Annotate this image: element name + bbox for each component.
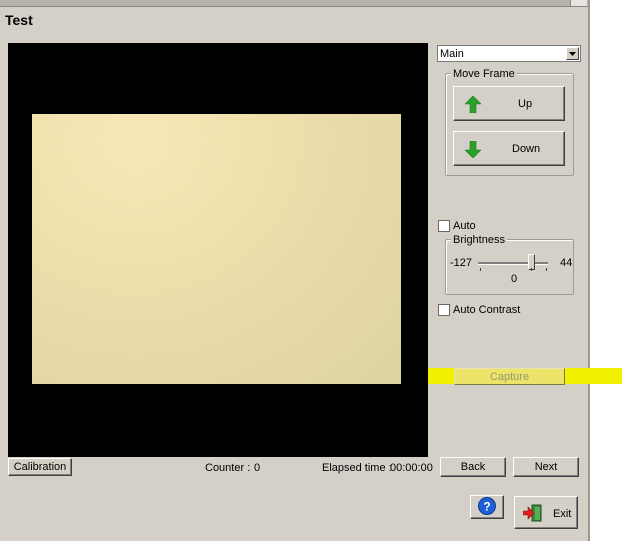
- calibration-button[interactable]: Calibration: [8, 458, 72, 476]
- brightness-max-label: 44: [560, 257, 573, 269]
- help-button[interactable]: ?: [470, 495, 504, 519]
- arrow-down-icon: [464, 140, 482, 161]
- move-up-label: Up: [518, 98, 533, 110]
- next-label: Next: [534, 461, 558, 473]
- auto-label: Auto: [453, 220, 476, 232]
- window-title: Test: [5, 12, 33, 28]
- application-window: Test Main Move Frame Up Down Auto Bright…: [0, 0, 590, 541]
- exit-label: Exit: [553, 508, 572, 520]
- calibration-label: Calibration: [13, 461, 67, 473]
- move-down-button[interactable]: Down: [453, 131, 565, 166]
- slider-tick: [531, 268, 532, 271]
- slider-tick: [480, 268, 481, 271]
- exit-door-icon: [522, 504, 543, 525]
- svg-text:?: ?: [483, 499, 490, 513]
- elapsed-time-value: 00:00:00: [390, 462, 433, 474]
- captured-frame-image: [32, 114, 401, 384]
- next-button[interactable]: Next: [513, 457, 579, 477]
- capture-button[interactable]: Capture: [454, 368, 565, 385]
- exit-button[interactable]: Exit: [514, 496, 578, 529]
- brightness-value-label: 0: [511, 273, 518, 285]
- arrow-up-icon: [464, 95, 482, 116]
- auto-contrast-checkbox[interactable]: [438, 304, 450, 316]
- capture-label: Capture: [489, 370, 530, 383]
- move-down-label: Down: [512, 143, 541, 155]
- move-frame-label: Move Frame: [451, 68, 517, 80]
- camera-preview: [8, 43, 428, 457]
- brightness-min-label: -127: [450, 257, 473, 269]
- window-top-edge: [0, 0, 588, 7]
- camera-select[interactable]: Main: [437, 45, 581, 62]
- elapsed-time-label: Elapsed time :: [322, 462, 392, 474]
- brightness-label: Brightness: [451, 234, 507, 246]
- auto-checkbox[interactable]: [438, 220, 450, 232]
- counter-label: Counter :: [205, 462, 251, 474]
- brightness-slider-track[interactable]: [478, 262, 548, 265]
- back-button[interactable]: Back: [440, 457, 506, 477]
- window-close-button-edge[interactable]: [570, 0, 587, 6]
- slider-tick: [546, 268, 547, 271]
- camera-select-value: Main: [440, 48, 464, 60]
- auto-contrast-label: Auto Contrast: [453, 304, 521, 316]
- move-up-button[interactable]: Up: [453, 86, 565, 121]
- chevron-down-icon[interactable]: [566, 47, 579, 60]
- help-icon: ?: [478, 496, 496, 518]
- back-label: Back: [460, 461, 486, 473]
- counter-value: 0: [254, 462, 261, 474]
